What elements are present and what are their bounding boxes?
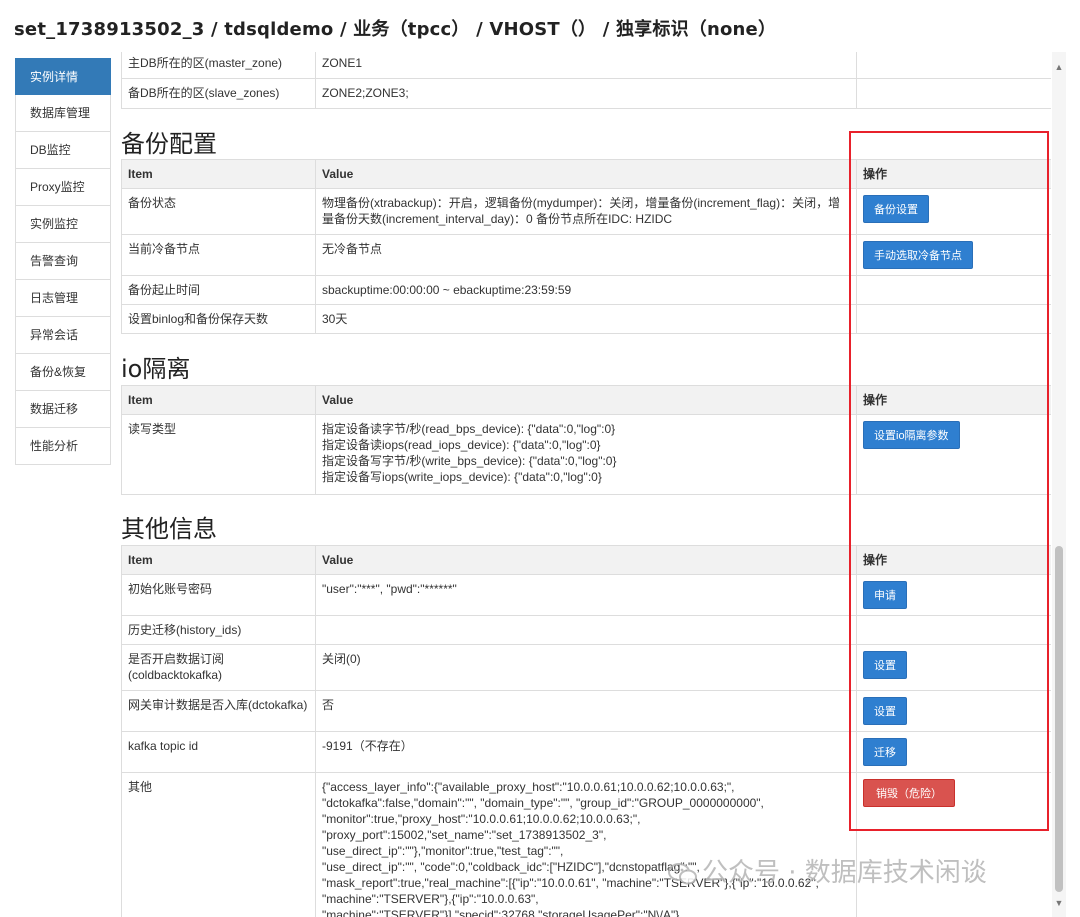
table-cell-op: 销毁（危险） [856,772,1051,917]
column-header-item: Item [121,385,316,415]
table-header-row: Item Value 操作 [121,385,1051,415]
table-cell-value: ZONE1 [315,52,857,79]
column-header-item: Item [121,545,316,575]
sidebar-item-instance-detail[interactable]: 实例详情 [15,58,111,95]
table-row: kafka topic id -9191（不存在） 迁移 [121,731,1051,773]
page-title: set_1738913502_3 / tdsqldemo / 业务（tpcc） … [14,19,777,40]
table-cell-item: 备份起止时间 [121,275,316,305]
column-header-op: 操作 [856,385,1051,415]
column-header-op: 操作 [856,545,1051,575]
io-isolation-settings-button[interactable]: 设置io隔离参数 [863,421,960,449]
table-cell-item: 历史迁移(history_ids) [121,615,316,645]
table-cell-value: 指定设备读字节/秒(read_bps_device): {"data":0,"l… [315,414,857,495]
sidebar-item-alarm-query[interactable]: 告警查询 [15,243,111,280]
table-row: 当前冷备节点 无冷备节点 手动选取冷备节点 [121,234,1051,276]
scrollbar-thumb[interactable] [1055,546,1063,892]
sidebar-item-performance-analysis[interactable]: 性能分析 [15,428,111,465]
table-cell-value: -9191（不存在） [315,731,857,773]
table-cell-value [315,615,857,645]
table-cell-op: 手动选取冷备节点 [856,234,1051,276]
table-cell-item: 读写类型 [121,414,316,495]
table-row: 设置binlog和备份保存天数 30天 [121,304,1051,334]
table-cell-op: 设置 [856,690,1051,732]
table-cell-op: 设置 [856,644,1051,691]
table-cell-op: 备份设置 [856,188,1051,235]
audit-settings-button[interactable]: 设置 [863,697,907,725]
table-cell-op: 设置io隔离参数 [856,414,1051,495]
table-cell-op [856,275,1051,305]
wechat-icon [668,862,698,886]
sidebar-item-db-monitor[interactable]: DB监控 [15,132,111,169]
table-cell-item: 初始化账号密码 [121,574,316,616]
table-row: 网关审计数据是否入库(dctokafka) 否 设置 [121,690,1051,732]
sidebar-item-log-management[interactable]: 日志管理 [15,280,111,317]
section-title-backup: 备份配置 [121,130,217,158]
table-row: 主DB所在的区(master_zone) ZONE1 [121,52,1051,79]
table-row: 是否开启数据订阅 (coldbacktokafka) 关闭(0) 设置 [121,644,1051,691]
table-cell-op: 申请 [856,574,1051,616]
table-cell-value: {"access_layer_info":{"available_proxy_h… [315,772,857,917]
table-row: 备份起止时间 sbackuptime:00:00:00 ~ ebackuptim… [121,275,1051,305]
table-header-row: Item Value 操作 [121,159,1051,189]
scroll-up-arrow-icon[interactable]: ▲ [1054,62,1064,72]
watermark-text: 公众号 · 数据库技术闲谈 [702,858,987,888]
migrate-button[interactable]: 迁移 [863,738,907,766]
sidebar-item-data-migration[interactable]: 数据迁移 [15,391,111,428]
table-cell-value: 关闭(0) [315,644,857,691]
scroll-down-arrow-icon[interactable]: ▼ [1054,898,1064,908]
table-cell-item: 备份状态 [121,188,316,235]
table-cell-item: 备DB所在的区(slave_zones) [121,78,316,109]
table-header-row: Item Value 操作 [121,545,1051,575]
column-header-value: Value [315,545,857,575]
column-header-value: Value [315,159,857,189]
sidebar-item-abnormal-sessions[interactable]: 异常会话 [15,317,111,354]
backup-table: Item Value 操作 备份状态 物理备份(xtrabackup)：开启，逻… [121,159,1051,334]
table-cell-item: 主DB所在的区(master_zone) [121,52,316,79]
table-cell-op [856,52,1051,79]
table-cell-value: 否 [315,690,857,732]
main-content: 主DB所在的区(master_zone) ZONE1 备DB所在的区(slave… [121,52,1051,917]
column-header-op: 操作 [856,159,1051,189]
sidebar-item-instance-monitor[interactable]: 实例监控 [15,206,111,243]
table-cell-value: sbackuptime:00:00:00 ~ ebackuptime:23:59… [315,275,857,305]
zone-table: 主DB所在的区(master_zone) ZONE1 备DB所在的区(slave… [121,52,1051,109]
section-title-io: io隔离 [121,355,191,383]
table-cell-op [856,78,1051,109]
table-cell-item: 当前冷备节点 [121,234,316,276]
table-cell-item: kafka topic id [121,731,316,773]
table-cell-value: 无冷备节点 [315,234,857,276]
apply-button[interactable]: 申请 [863,581,907,609]
table-cell-op: 迁移 [856,731,1051,773]
backup-settings-button[interactable]: 备份设置 [863,195,929,223]
table-cell-value: ZONE2;ZONE3; [315,78,857,109]
sidebar-item-backup-restore[interactable]: 备份&恢复 [15,354,111,391]
table-row: 历史迁移(history_ids) [121,615,1051,645]
table-row: 初始化账号密码 "user":"***", "pwd":"******" 申请 [121,574,1051,616]
table-cell-value: "user":"***", "pwd":"******" [315,574,857,616]
table-cell-op [856,615,1051,645]
table-row: 备DB所在的区(slave_zones) ZONE2;ZONE3; [121,78,1051,109]
watermark: 公众号 · 数据库技术闲谈 [668,852,987,892]
subscription-settings-button[interactable]: 设置 [863,651,907,679]
table-cell-value: 物理备份(xtrabackup)：开启，逻辑备份(mydumper)：关闭，增量… [315,188,857,235]
sidebar: 实例详情 数据库管理 DB监控 Proxy监控 实例监控 告警查询 日志管理 异… [15,58,111,465]
column-header-value: Value [315,385,857,415]
table-cell-value: 30天 [315,304,857,334]
column-header-item: Item [121,159,316,189]
table-row: 读写类型 指定设备读字节/秒(read_bps_device): {"data"… [121,414,1051,495]
title-bar: set_1738913502_3 / tdsqldemo / 业务（tpcc） … [0,0,1080,52]
table-cell-item: 其他 [121,772,316,917]
select-cold-backup-node-button[interactable]: 手动选取冷备节点 [863,241,973,269]
table-cell-op [856,304,1051,334]
sidebar-item-database-management[interactable]: 数据库管理 [15,95,111,132]
table-cell-item: 网关审计数据是否入库(dctokafka) [121,690,316,732]
table-row: 其他 {"access_layer_info":{"available_prox… [121,772,1051,917]
table-cell-item: 设置binlog和备份保存天数 [121,304,316,334]
table-row: 备份状态 物理备份(xtrabackup)：开启，逻辑备份(mydumper)：… [121,188,1051,235]
table-cell-item: 是否开启数据订阅 (coldbacktokafka) [121,644,316,691]
destroy-danger-button[interactable]: 销毁（危险） [863,779,955,807]
sidebar-item-proxy-monitor[interactable]: Proxy监控 [15,169,111,206]
io-table: Item Value 操作 读写类型 指定设备读字节/秒(read_bps_de… [121,385,1051,495]
section-title-other: 其他信息 [121,515,217,543]
